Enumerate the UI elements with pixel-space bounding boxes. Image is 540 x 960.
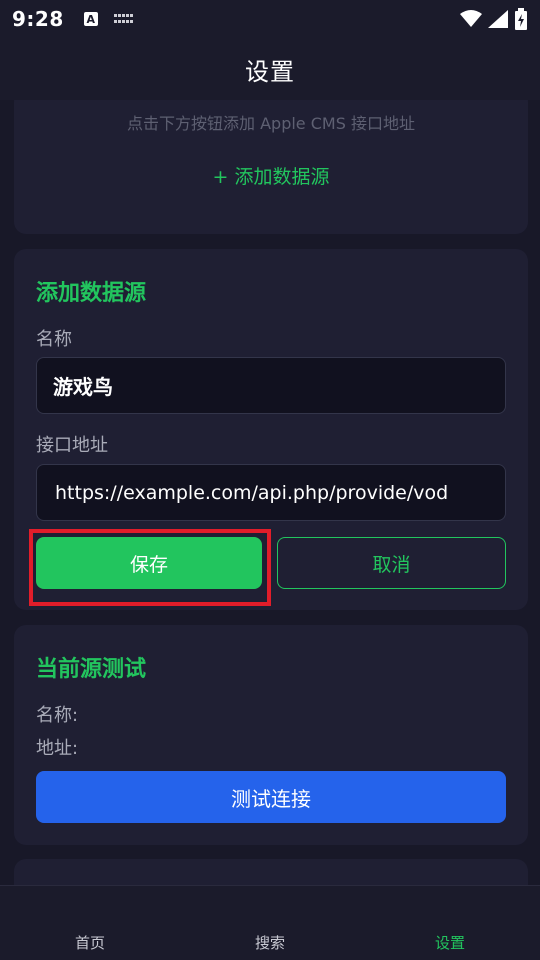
next-card (14, 859, 528, 885)
status-indicators (460, 8, 528, 30)
current-source-name: 名称: (36, 705, 79, 726)
app-header: 设置 (0, 38, 540, 100)
url-label: 接口地址 (36, 435, 108, 456)
wifi-icon (460, 10, 482, 27)
test-connection-button[interactable]: 测试连接 (36, 771, 506, 823)
source-list-card: 点击下方按钮添加 Apple CMS 接口地址 + 添加数据源 (14, 100, 528, 234)
test-section-title: 当前源测试 (36, 657, 147, 682)
nav-home[interactable]: 首页 (75, 932, 105, 953)
accessibility-icon: A (83, 12, 98, 26)
status-bar: 9:28 A (0, 0, 540, 38)
source-list-hint: 点击下方按钮添加 Apple CMS 接口地址 (127, 114, 415, 133)
settings-screen: 9:28 A 设置 点击下方按钮添加 Apple CMS 接口地址 + 添加数据… (0, 0, 540, 960)
name-label: 名称 (36, 329, 72, 350)
add-form-title: 添加数据源 (36, 281, 147, 306)
bottom-nav: 首页 搜索 设置 (0, 885, 540, 960)
battery-icon (515, 8, 527, 30)
nav-settings[interactable]: 设置 (435, 932, 465, 953)
add-source-form: 添加数据源 名称 游戏鸟 接口地址 https://example.com/ap… (14, 249, 528, 610)
signal-icon (488, 10, 508, 28)
keyboard-icon (113, 14, 134, 24)
save-button[interactable]: 保存 (36, 537, 262, 589)
nav-search[interactable]: 搜索 (255, 932, 285, 953)
page-title: 设置 (245, 57, 295, 86)
source-test-card: 当前源测试 名称: 地址: 测试连接 (14, 625, 528, 845)
name-input[interactable]: 游戏鸟 (36, 357, 506, 414)
settings-content[interactable]: 点击下方按钮添加 Apple CMS 接口地址 + 添加数据源 添加数据源 名称… (0, 100, 540, 885)
status-time: 9:28 (12, 7, 64, 31)
cancel-button[interactable]: 取消 (277, 537, 506, 589)
add-source-button[interactable]: + 添加数据源 (36, 154, 506, 196)
url-input[interactable]: https://example.com/api.php/provide/vod (36, 464, 506, 521)
current-source-url: 地址: (36, 738, 79, 759)
